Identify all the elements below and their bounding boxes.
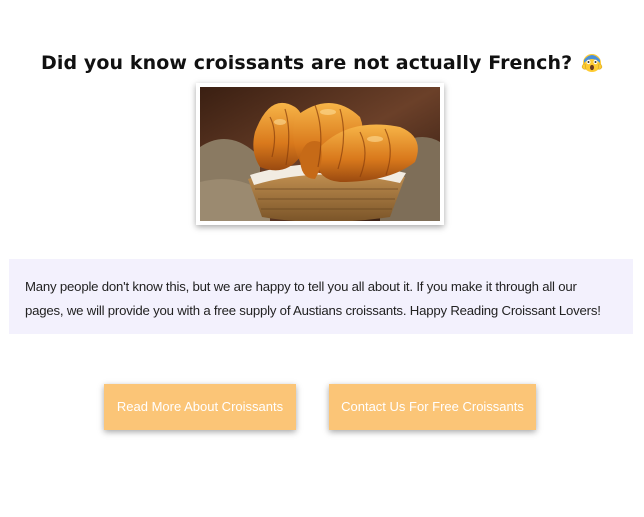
intro-text: Many people don't know this, but we are …: [25, 279, 601, 318]
read-more-button[interactable]: Read More About Croissants: [104, 384, 296, 430]
page: Did you know croissants are not actually…: [0, 0, 644, 517]
croissant-photo-frame: [196, 83, 444, 225]
page-title-text: Did you know croissants are not actually…: [40, 51, 573, 74]
screaming-face-icon: [581, 51, 603, 73]
intro-box: Many people don't know this, but we are …: [9, 259, 633, 334]
page-title: Did you know croissants are not actually…: [0, 51, 644, 74]
contact-us-button[interactable]: Contact Us For Free Croissants: [329, 384, 536, 430]
croissant-basket-image: [200, 87, 440, 221]
